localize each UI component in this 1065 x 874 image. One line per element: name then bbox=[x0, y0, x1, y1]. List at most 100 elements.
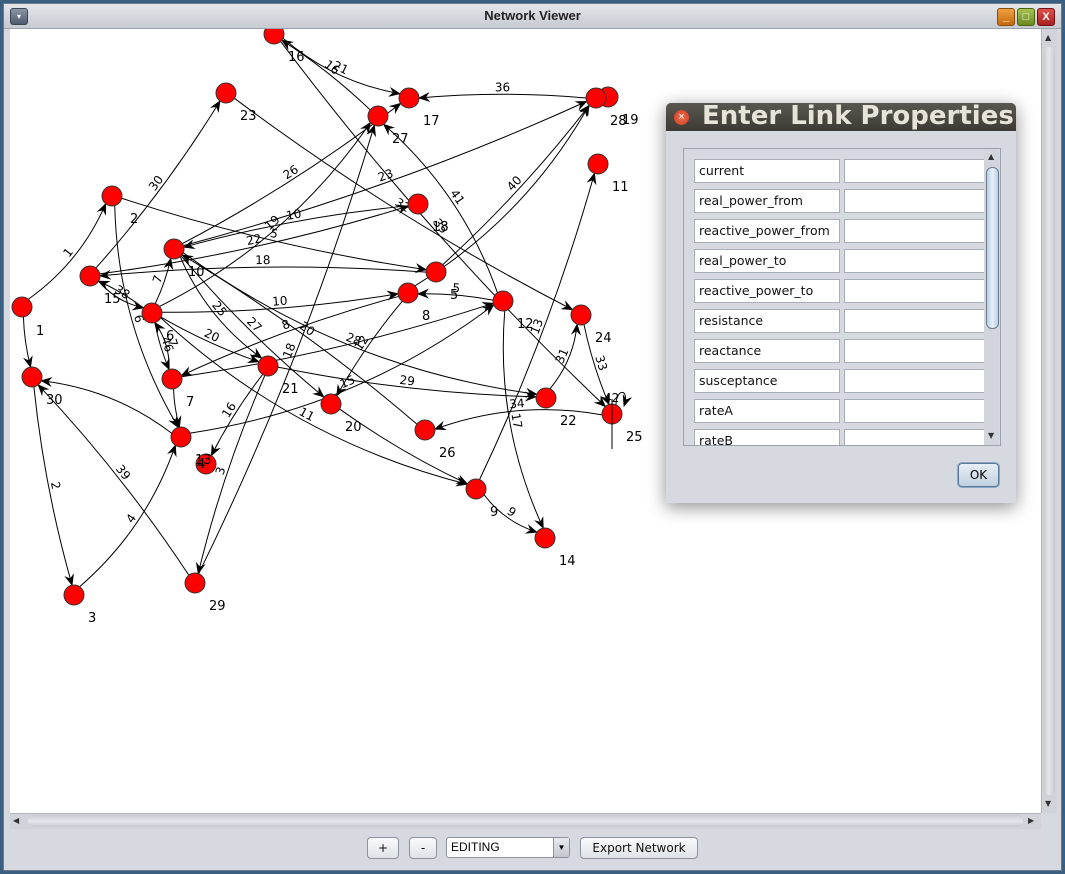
node-circle[interactable] bbox=[170, 426, 192, 448]
node-circle[interactable] bbox=[587, 153, 609, 175]
graph-edge[interactable]: 10 bbox=[161, 290, 400, 313]
graph-edge[interactable]: 18 bbox=[99, 253, 427, 280]
graph-edge[interactable]: 21 bbox=[282, 37, 401, 97]
graph-node[interactable]: 3 bbox=[63, 584, 96, 626]
node-circle[interactable] bbox=[215, 82, 237, 104]
property-value-input[interactable] bbox=[844, 429, 984, 445]
node-circle[interactable] bbox=[257, 355, 279, 377]
graph-edge[interactable]: 42 bbox=[604, 391, 633, 407]
graph-node[interactable]: 29 bbox=[184, 572, 226, 614]
node-circle[interactable] bbox=[11, 296, 33, 318]
graph-edge[interactable]: 28 bbox=[182, 252, 538, 398]
vertical-scrollbar[interactable]: ▲ ▼ bbox=[1041, 29, 1057, 813]
mode-select[interactable]: EDITING ▼ bbox=[446, 837, 570, 858]
scroll-left-icon[interactable]: ◀ bbox=[13, 816, 19, 825]
node-circle[interactable] bbox=[425, 261, 447, 283]
maximize-button[interactable]: □ bbox=[1017, 8, 1035, 26]
properties-scroll-thumb[interactable] bbox=[986, 167, 999, 329]
graph-node[interactable]: 30 bbox=[21, 366, 63, 408]
node-circle[interactable] bbox=[397, 282, 419, 304]
node-circle[interactable] bbox=[101, 185, 123, 207]
property-value-input[interactable] bbox=[844, 249, 984, 273]
node-circle[interactable] bbox=[398, 87, 420, 109]
edge-line[interactable] bbox=[182, 252, 538, 398]
node-circle[interactable] bbox=[465, 478, 487, 500]
graph-node[interactable]: 20 bbox=[320, 393, 362, 435]
scroll-up-icon[interactable]: ▲ bbox=[1045, 33, 1051, 42]
property-value-input[interactable] bbox=[844, 369, 984, 393]
zoom-in-button[interactable]: + bbox=[367, 837, 399, 859]
property-value-input[interactable] bbox=[844, 219, 984, 243]
dialog-close-icon[interactable]: × bbox=[674, 110, 689, 125]
node-circle[interactable] bbox=[161, 368, 183, 390]
graph-edge[interactable]: 17 bbox=[502, 310, 544, 530]
property-value-input[interactable] bbox=[844, 189, 984, 213]
node-circle[interactable] bbox=[407, 193, 429, 215]
node-circle[interactable] bbox=[367, 105, 389, 127]
graph-edge[interactable] bbox=[414, 104, 590, 287]
node-circle[interactable] bbox=[414, 419, 436, 441]
properties-scrollbar[interactable]: ▲ ▼ bbox=[984, 149, 999, 445]
scroll-right-icon[interactable]: ▶ bbox=[1028, 816, 1034, 825]
graph-node[interactable]: 17 bbox=[398, 87, 440, 129]
graph-node[interactable]: 12 bbox=[492, 290, 534, 332]
node-circle[interactable] bbox=[570, 304, 592, 326]
horizontal-scroll-thumb[interactable] bbox=[28, 815, 1023, 827]
property-value-input[interactable] bbox=[844, 279, 984, 303]
edge-label: 1 bbox=[60, 245, 76, 260]
node-circle[interactable] bbox=[63, 584, 85, 606]
minimize-button[interactable]: _ bbox=[997, 8, 1015, 26]
node-circle[interactable] bbox=[21, 366, 43, 388]
export-network-button[interactable]: Export Network bbox=[580, 837, 698, 859]
vertical-scroll-thumb[interactable] bbox=[1043, 47, 1055, 795]
node-circle[interactable] bbox=[585, 87, 607, 109]
graph-node[interactable]: 23 bbox=[215, 82, 257, 124]
graph-edge[interactable]: 18 bbox=[198, 124, 376, 574]
horizontal-scrollbar[interactable]: ◀ ▶ bbox=[10, 813, 1041, 829]
graph-node[interactable]: 14 bbox=[534, 527, 576, 569]
node-circle[interactable] bbox=[163, 238, 185, 260]
graph-edge[interactable]: 36 bbox=[418, 80, 587, 102]
property-value-input[interactable] bbox=[844, 159, 984, 183]
node-circle[interactable] bbox=[534, 527, 556, 549]
chevron-down-icon[interactable]: ▼ bbox=[553, 838, 569, 857]
node-circle[interactable] bbox=[263, 29, 285, 45]
graph-edge[interactable] bbox=[22, 316, 33, 369]
close-button[interactable]: X bbox=[1037, 8, 1055, 26]
graph-edge[interactable]: 29 bbox=[277, 366, 538, 402]
property-value-input[interactable] bbox=[844, 309, 984, 333]
property-value-input[interactable] bbox=[844, 339, 984, 363]
edge-line[interactable] bbox=[210, 374, 264, 457]
node-circle[interactable] bbox=[492, 290, 514, 312]
scroll-up-icon[interactable]: ▲ bbox=[988, 152, 994, 161]
edge-line[interactable] bbox=[190, 304, 495, 434]
node-circle[interactable] bbox=[535, 387, 557, 409]
zoom-out-button[interactable]: - bbox=[409, 837, 437, 859]
edge-line[interactable] bbox=[99, 266, 427, 280]
scroll-down-icon[interactable]: ▼ bbox=[988, 431, 994, 440]
scroll-down-icon[interactable]: ▼ bbox=[1045, 799, 1051, 808]
node-label: 29 bbox=[209, 599, 226, 614]
graph-edge[interactable]: 15 bbox=[190, 304, 495, 434]
node-circle[interactable] bbox=[79, 265, 101, 287]
edge-line[interactable] bbox=[414, 104, 590, 287]
graph-node[interactable]: 8 bbox=[397, 282, 430, 324]
graph-edge[interactable]: 22 bbox=[99, 204, 410, 275]
node-circle[interactable] bbox=[320, 393, 342, 415]
graph-node[interactable]: 2 bbox=[101, 185, 138, 227]
graph-node[interactable]: 26 bbox=[414, 419, 456, 461]
ok-button[interactable]: OK bbox=[958, 463, 999, 487]
edge-label: 18 bbox=[255, 253, 270, 267]
graph-node[interactable]: 22 bbox=[535, 387, 577, 429]
graph-edge[interactable]: 2 bbox=[33, 386, 74, 587]
edge-line[interactable] bbox=[22, 316, 33, 369]
graph-node[interactable]: 25 bbox=[601, 403, 643, 445]
property-value-input[interactable] bbox=[844, 399, 984, 423]
node-circle[interactable] bbox=[184, 572, 206, 594]
graph-node[interactable]: 1 bbox=[11, 296, 44, 339]
graph-node[interactable]: 9 bbox=[465, 478, 498, 520]
graph-edge[interactable]: 16 bbox=[210, 374, 264, 457]
node-circle[interactable] bbox=[141, 302, 163, 324]
edge-line[interactable] bbox=[418, 92, 587, 102]
graph-edge[interactable]: 40 bbox=[442, 104, 590, 266]
